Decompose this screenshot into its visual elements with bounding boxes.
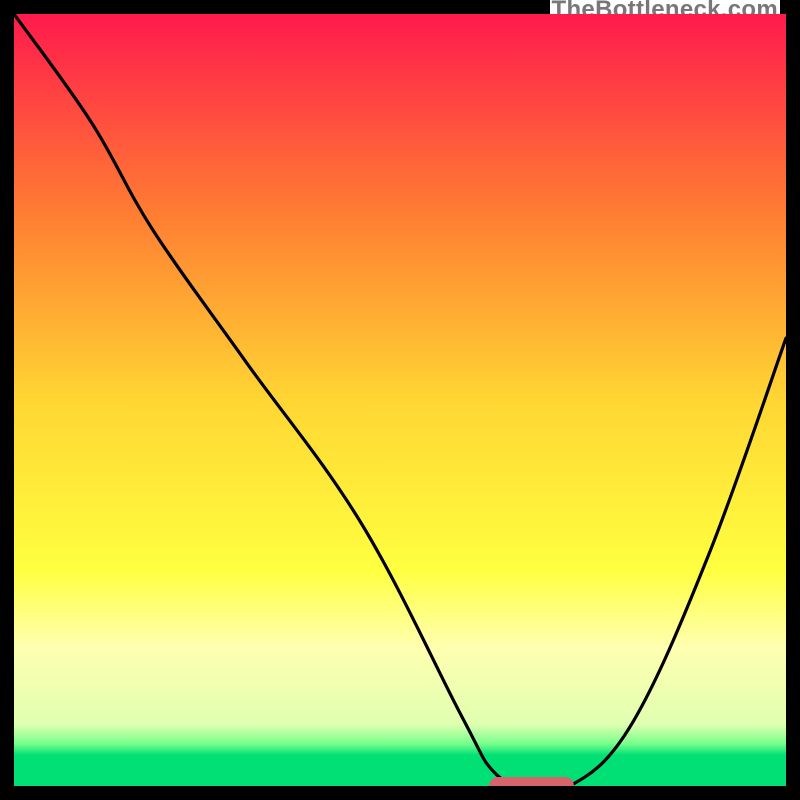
plot-svg	[14, 14, 786, 786]
chart-wrapper: TheBottleneck.com	[0, 0, 800, 800]
plot-area	[14, 14, 786, 786]
gradient-background	[14, 14, 786, 786]
optimal-marker	[489, 777, 574, 786]
